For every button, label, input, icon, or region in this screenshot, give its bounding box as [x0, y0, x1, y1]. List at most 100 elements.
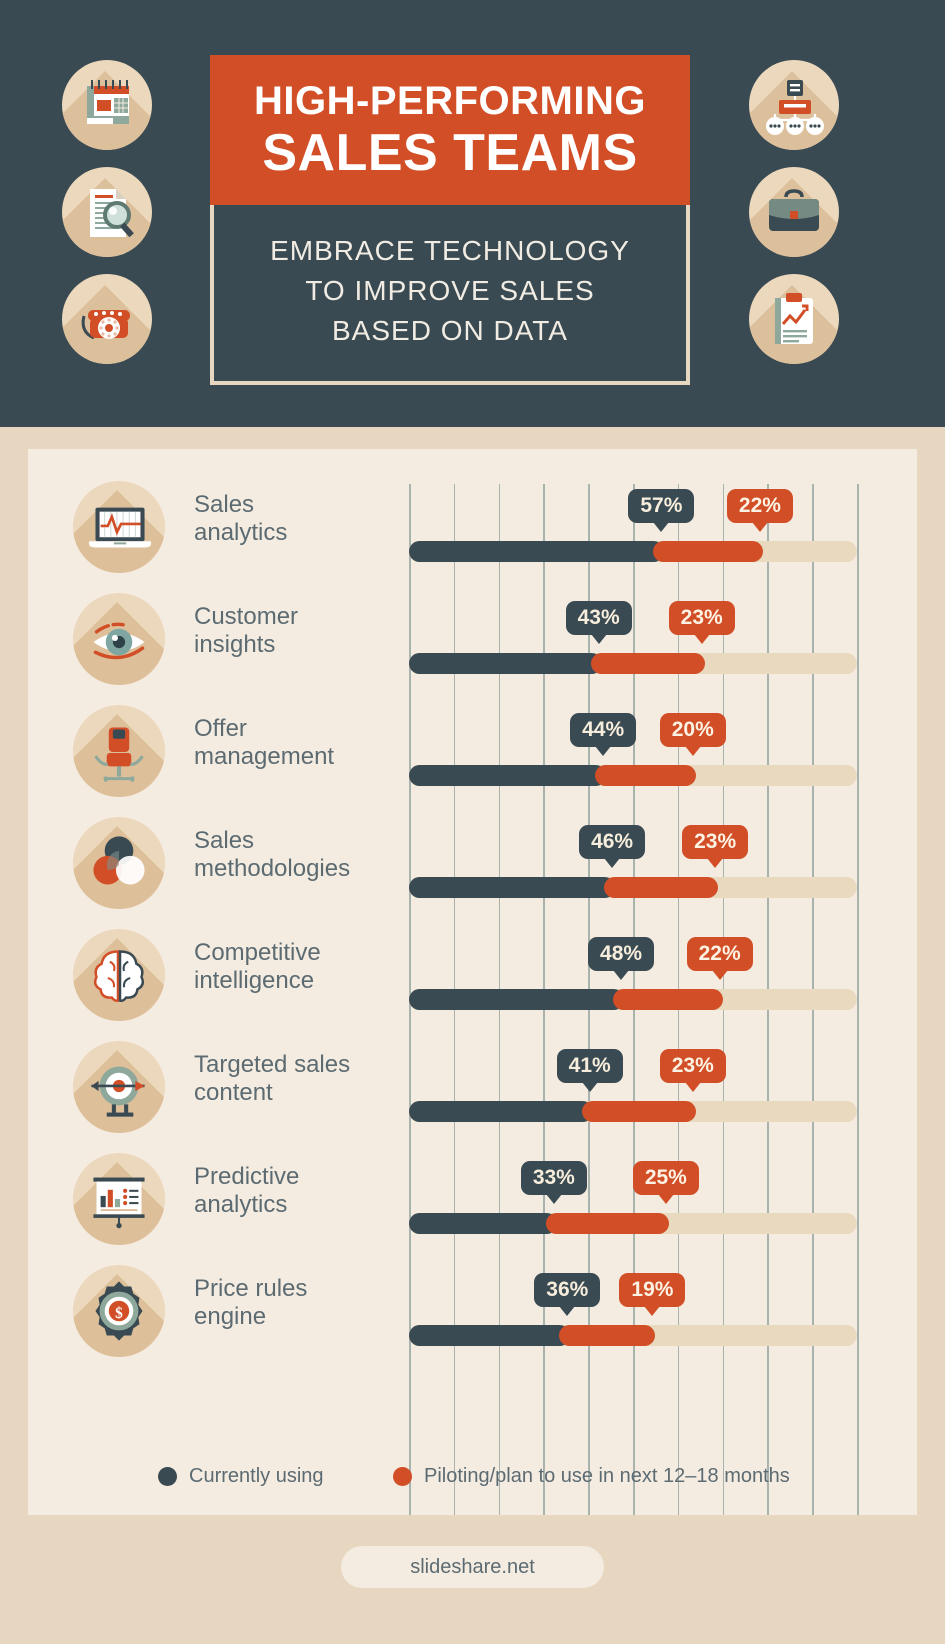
- row-label: Offer management: [194, 715, 374, 771]
- row-label-line-2: methodologies: [194, 855, 351, 882]
- gear-dollar-icon: $: [73, 1265, 165, 1357]
- chart-row: Offer management 44% 20%: [28, 697, 917, 809]
- row-label-line-1: Predictive: [194, 1163, 300, 1190]
- value-bubble-piloting: 19%: [619, 1273, 686, 1316]
- clipboard-chart-icon: [749, 274, 839, 364]
- row-label-line-1: Customer: [194, 603, 299, 630]
- chart-panel: Sales analytics 57% 22% Customer insights 43% 2…: [28, 449, 917, 1521]
- row-label-line-2: analytics: [194, 519, 288, 546]
- bar-segment-piloting: [613, 989, 723, 1010]
- chart-legend: Currently using Piloting/plan to use in n…: [28, 1459, 917, 1509]
- row-bar-zone: 33% 25%: [381, 1145, 881, 1257]
- row-label-line-1: Sales: [194, 491, 255, 518]
- bar-segment-piloting: [653, 541, 763, 562]
- presentation-board-icon: [73, 1153, 165, 1245]
- venn-diagram-icon: [73, 817, 165, 909]
- row-label-line-2: content: [194, 1079, 273, 1106]
- subtitle-box: EMBRACE TECHNOLOGY TO IMPROVE SALES BASE…: [218, 209, 682, 377]
- row-label: Targeted sales content: [194, 1051, 374, 1107]
- source-label: slideshare.net: [410, 1555, 535, 1578]
- org-chart-icon: [749, 60, 839, 150]
- value-bubble-piloting: 22%: [726, 489, 793, 532]
- row-label: Price rules engine: [194, 1275, 374, 1331]
- value-bubble-currently-using: 36%: [534, 1273, 601, 1316]
- value-bubble-currently-using: 48%: [588, 937, 655, 980]
- row-bar-zone: 36% 19%: [381, 1257, 881, 1369]
- row-label: Predictive analytics: [194, 1163, 374, 1219]
- row-label: Customer insights: [194, 603, 374, 659]
- bar-segment-currently-using: [409, 1101, 593, 1122]
- row-label-line-1: Targeted sales: [194, 1051, 351, 1078]
- row-label: Sales methodologies: [194, 827, 374, 883]
- row-bar-zone: 46% 23%: [381, 809, 881, 921]
- row-label-line-1: Offer: [194, 715, 247, 742]
- chart-row: $ Price rules engine 36% 19%: [28, 1257, 917, 1369]
- title-line-1: HIGH-PERFORMING: [254, 79, 646, 123]
- bar-segment-piloting: [595, 765, 696, 786]
- row-bar-zone: 44% 20%: [381, 697, 881, 809]
- row-bar-zone: 43% 23%: [381, 585, 881, 697]
- legend-label: Piloting/plan to use in next 12–18 month…: [424, 1465, 790, 1487]
- row-label-line-1: Competitive: [194, 939, 321, 966]
- office-chair-icon: [73, 705, 165, 797]
- legend-item: Piloting/plan to use in next 12–18 month…: [393, 1465, 790, 1488]
- bar-segment-piloting: [581, 1101, 696, 1122]
- title-block: HIGH-PERFORMING SALES TEAMS EMBRACE TECH…: [210, 55, 690, 385]
- row-label: Competitive intelligence: [194, 939, 374, 995]
- subtitle-line-1: EMBRACE TECHNOLOGY: [270, 235, 630, 266]
- chart-row: Sales analytics 57% 22%: [28, 473, 917, 585]
- eye-icon: [73, 593, 165, 685]
- title-bar: HIGH-PERFORMING SALES TEAMS: [210, 55, 690, 205]
- title-line-2: SALES TEAMS: [262, 124, 638, 182]
- value-bubble-currently-using: 33%: [520, 1161, 587, 1204]
- svg-text:$: $: [115, 1305, 123, 1322]
- footer-bar: slideshare.net: [0, 1515, 945, 1644]
- chart-row: Customer insights 43% 23%: [28, 585, 917, 697]
- row-label-line-2: management: [194, 743, 335, 770]
- value-bubble-piloting: 22%: [686, 937, 753, 980]
- chart-row: Predictive analytics 33% 25%: [28, 1145, 917, 1257]
- subtitle-frame: EMBRACE TECHNOLOGY TO IMPROVE SALES BASE…: [210, 205, 690, 385]
- bar-segment-currently-using: [409, 765, 607, 786]
- chart-row: Competitive intelligence 48% 22%: [28, 921, 917, 1033]
- value-bubble-currently-using: 43%: [565, 601, 632, 644]
- value-bubble-currently-using: 57%: [628, 489, 695, 532]
- chart-row: Targeted sales content 41% 23%: [28, 1033, 917, 1145]
- legend-item: Currently using: [158, 1465, 324, 1488]
- bar-segment-currently-using: [409, 541, 665, 562]
- legend-label: Currently using: [189, 1465, 324, 1487]
- calendar-notepad-icon: [62, 60, 152, 150]
- bar-segment-piloting: [559, 1325, 656, 1346]
- source-pill[interactable]: slideshare.net: [341, 1546, 604, 1588]
- value-bubble-piloting: 23%: [659, 1049, 726, 1092]
- row-label-line-2: analytics: [194, 1191, 288, 1218]
- row-bar-zone: 41% 23%: [381, 1033, 881, 1145]
- bar-segment-currently-using: [409, 1213, 557, 1234]
- bar-segment-currently-using: [409, 1325, 571, 1346]
- brain-icon: [73, 929, 165, 1021]
- value-bubble-piloting: 20%: [659, 713, 726, 756]
- subtitle-line-2: TO IMPROVE SALES: [305, 275, 595, 306]
- value-bubble-currently-using: 46%: [579, 825, 646, 868]
- row-label: Sales analytics: [194, 491, 374, 547]
- row-label-line-2: intelligence: [194, 967, 315, 994]
- telephone-icon: [62, 274, 152, 364]
- document-magnifier-icon: [62, 167, 152, 257]
- value-bubble-piloting: 23%: [682, 825, 749, 868]
- value-bubble-currently-using: 44%: [570, 713, 637, 756]
- bar-segment-piloting: [604, 877, 719, 898]
- legend-color-dot: [393, 1467, 412, 1486]
- infographic-page: HIGH-PERFORMING SALES TEAMS EMBRACE TECH…: [0, 0, 945, 1644]
- subtitle-line-3: BASED ON DATA: [331, 315, 568, 346]
- row-label-line-2: engine: [194, 1303, 267, 1330]
- value-bubble-piloting: 25%: [632, 1161, 699, 1204]
- target-arrow-icon: [73, 1041, 165, 1133]
- row-label-line-2: insights: [194, 631, 276, 658]
- laptop-chart-icon: [73, 481, 165, 573]
- row-bar-zone: 57% 22%: [381, 473, 881, 585]
- value-bubble-piloting: 23%: [668, 601, 735, 644]
- bar-segment-piloting: [545, 1213, 669, 1234]
- bar-segment-currently-using: [409, 877, 616, 898]
- row-bar-zone: 48% 22%: [381, 921, 881, 1033]
- header-banner: HIGH-PERFORMING SALES TEAMS EMBRACE TECH…: [0, 0, 945, 427]
